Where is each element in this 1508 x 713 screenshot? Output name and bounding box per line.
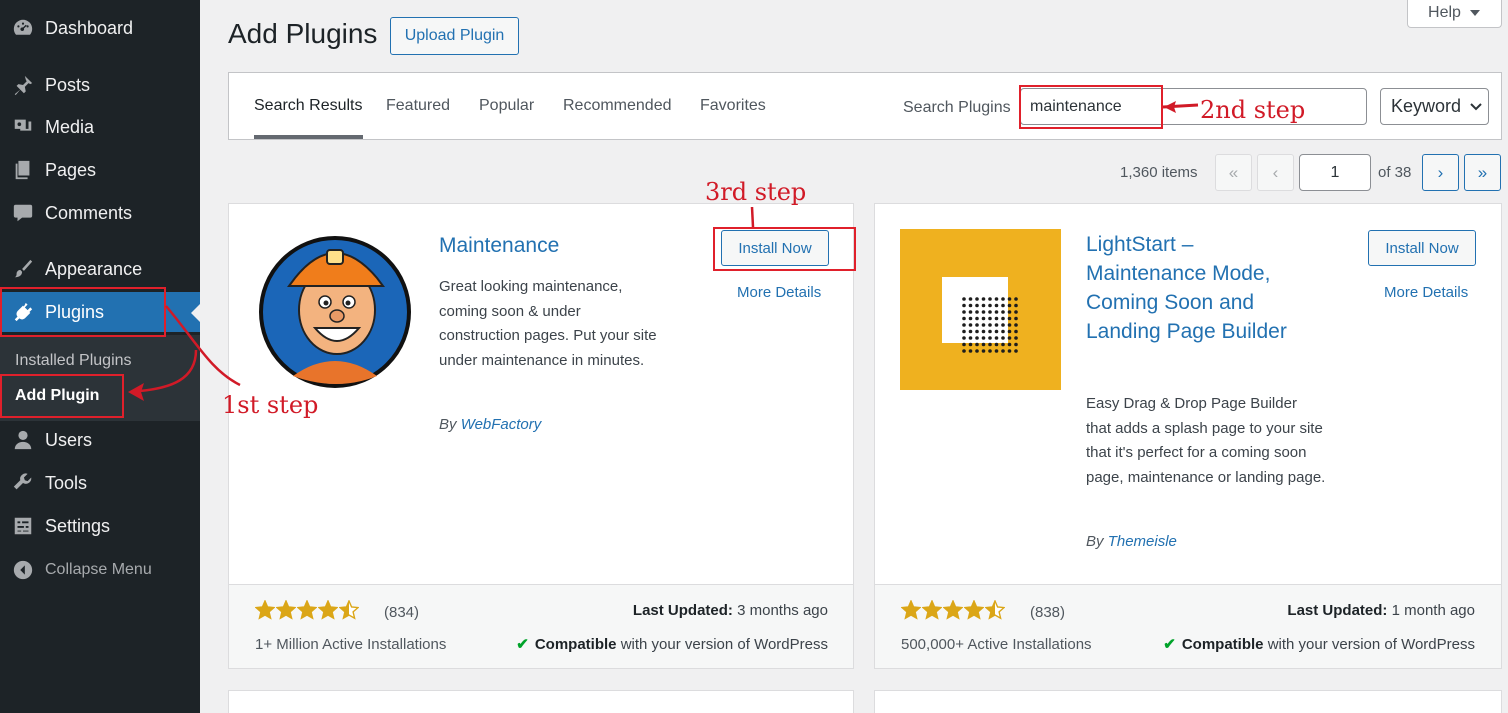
- annotation-step-1: 1st step: [222, 391, 319, 419]
- annotation-step-2: 2nd step: [1200, 96, 1306, 124]
- annotation-step-3: 3rd step: [705, 178, 807, 206]
